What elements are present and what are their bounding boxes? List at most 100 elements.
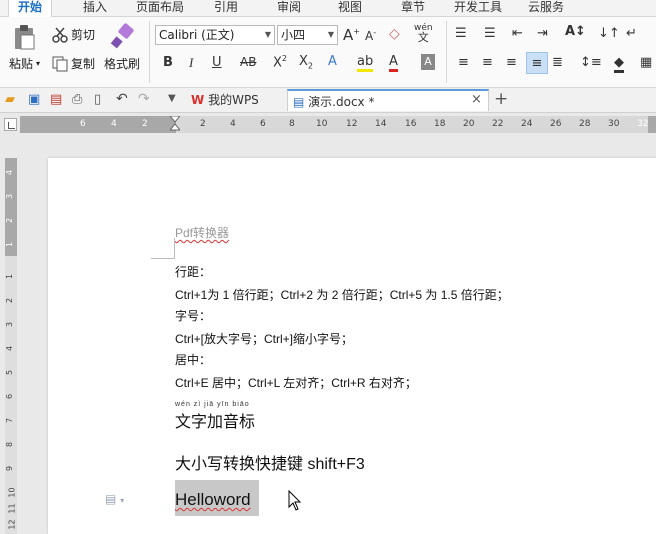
menu-bar: 开始 插入 页面布局 引用 审阅 视图 章节 开发工具 云服务 (0, 0, 656, 17)
align-center-icon[interactable]: ≡ (482, 55, 493, 70)
redo-icon[interactable]: ↷ (138, 91, 150, 107)
paste-label: 粘贴 (9, 57, 34, 71)
format-painter-button[interactable] (110, 23, 136, 52)
justify-icon[interactable]: ≡ (526, 52, 548, 74)
mouse-pointer-icon (288, 490, 302, 511)
margin-corner-mark (151, 258, 175, 259)
italic-icon[interactable]: I (189, 55, 193, 71)
copy-label: 复制 (71, 57, 96, 71)
divider (446, 21, 447, 83)
close-icon[interactable]: × (471, 92, 482, 107)
body-line: Ctrl+E 居中；Ctrl+L 左对齐；Ctrl+R 右对齐； (175, 376, 417, 390)
selected-text[interactable]: Helloword (175, 480, 259, 516)
numbered-list-icon[interactable]: ☰ (484, 26, 496, 41)
sort-icon[interactable]: ↓↑ (598, 26, 620, 41)
paste-button[interactable] (12, 23, 36, 54)
cut-button[interactable]: 剪切 (52, 26, 95, 43)
ruler-corner-icon[interactable] (4, 118, 17, 131)
character-shading-icon[interactable]: A (421, 54, 435, 70)
text-effect-icon[interactable]: A (328, 54, 337, 69)
tab-cloud[interactable]: 云服务 (528, 0, 564, 16)
text-direction-icon[interactable]: A↕ (565, 24, 586, 39)
ruler-number: 16 (405, 119, 417, 129)
horizontal-ruler[interactable]: 6 4 2 2 4 6 8 10 12 14 16 18 20 22 24 26… (20, 115, 656, 133)
open-folder-icon[interactable]: ▰ (5, 92, 15, 107)
ruler-number: 24 (521, 119, 533, 129)
ruler-number: 30 (608, 119, 620, 129)
tab-section[interactable]: 章节 (401, 0, 425, 16)
export-pdf-icon[interactable]: ▤ (50, 92, 62, 107)
undo-icon[interactable]: ↶ (116, 91, 128, 107)
tab-page-layout[interactable]: 页面布局 (136, 0, 184, 16)
ruler-number: 4 (5, 169, 15, 176)
font-name-value: Calibri (正文) (159, 28, 235, 42)
tab-developer[interactable]: 开发工具 (454, 0, 502, 16)
font-color-icon[interactable]: A (389, 54, 398, 72)
show-marks-icon[interactable]: ↵ (626, 26, 637, 41)
ruler-number: 18 (434, 119, 446, 129)
ruler-number: 6 (80, 119, 86, 129)
paragraph-layout-icon[interactable]: ▤ ▾ (105, 492, 124, 506)
customize-toolbar-icon[interactable]: ▼ (168, 93, 176, 104)
ruler-number: 28 (579, 119, 591, 129)
ruler-number: 2 (200, 119, 206, 129)
pinyin-guide-icon[interactable]: wén 文 (414, 24, 433, 44)
borders-icon[interactable]: ▦ (640, 55, 652, 70)
ruler-number: 3 (5, 193, 15, 200)
indent-marker-icon[interactable] (168, 115, 182, 133)
cut-label: 剪切 (71, 28, 96, 42)
chevron-down-icon: ▼ (327, 30, 334, 39)
vertical-ruler[interactable]: 4 3 2 1 1 2 3 4 5 6 7 8 9 10 11 12 (5, 158, 17, 534)
decrease-indent-icon[interactable]: ⇤ (512, 26, 523, 41)
tab-view[interactable]: 视图 (338, 0, 362, 16)
tab-insert[interactable]: 插入 (83, 0, 107, 16)
body-line: 行距： (175, 265, 212, 279)
scissors-icon (52, 27, 68, 43)
tab-my-wps[interactable]: W 我的WPS (188, 89, 283, 111)
copy-button[interactable]: 复制 (52, 55, 95, 72)
chevron-down-icon: ▼ (264, 30, 271, 39)
pinyin-text: 文字加音标 (175, 414, 256, 431)
align-left-icon[interactable]: ≡ (458, 55, 469, 70)
line-spacing-icon[interactable]: ↕≡ (580, 55, 602, 70)
tab-home[interactable]: 开始 (8, 0, 52, 17)
save-icon[interactable]: ▣ (28, 92, 40, 107)
superscript-icon[interactable]: X2 (273, 54, 287, 70)
wps-logo-icon: W (191, 93, 205, 107)
strikethrough-icon[interactable]: AB (240, 55, 256, 69)
tab-references[interactable]: 引用 (214, 0, 238, 16)
ruler-number: 6 (260, 119, 266, 129)
ruler-number: 32 (637, 119, 649, 129)
paragraph-shading-icon[interactable]: ◆ (614, 55, 624, 73)
increase-indent-icon[interactable]: ⇥ (537, 26, 548, 41)
ruler-number: 12 (7, 519, 17, 530)
body-line: Ctrl+[放大字号；Ctrl+]缩小字号； (175, 332, 354, 346)
clear-format-icon[interactable]: ◇ (389, 26, 400, 42)
distributed-align-icon[interactable]: ≣ (552, 55, 563, 70)
new-tab-icon[interactable]: + (494, 89, 508, 109)
shrink-font-icon[interactable]: A- (365, 28, 376, 43)
bullet-list-icon[interactable]: ☰ (455, 26, 467, 41)
ruler-number: 26 (550, 119, 562, 129)
bold-icon[interactable]: B (163, 55, 173, 70)
print-icon[interactable]: ⎙ (72, 92, 82, 107)
print-preview-icon[interactable]: ▯ (94, 92, 101, 107)
document-page[interactable]: Pdf转换器 行距： Ctrl+1为 1 倍行距；Ctrl+2 为 2 倍行距；… (48, 158, 656, 534)
align-right-icon[interactable]: ≡ (506, 55, 517, 70)
tab-document[interactable]: ▤ 演示.docx * (287, 89, 489, 111)
underline-icon[interactable]: U (212, 55, 222, 70)
grow-font-icon[interactable]: A+ (343, 26, 360, 44)
tab-my-wps-label: 我的WPS (208, 93, 259, 107)
highlight-icon[interactable]: ab (357, 54, 374, 72)
subscript-icon[interactable]: X2 (299, 54, 313, 71)
ruler-number: 6 (5, 393, 15, 400)
font-size-select[interactable]: 小四 ▼ (277, 25, 338, 45)
margin-corner-mark (174, 238, 175, 258)
paste-label-button[interactable]: 粘贴 ▾ (9, 55, 40, 72)
ruler-number: 5 (5, 369, 15, 376)
font-name-select[interactable]: Calibri (正文) ▼ (155, 25, 275, 45)
ruler-number: 11 (7, 503, 17, 514)
ruler-number: 1 (5, 273, 15, 280)
tab-review[interactable]: 审阅 (277, 0, 301, 16)
ruler-number: 9 (5, 465, 15, 472)
